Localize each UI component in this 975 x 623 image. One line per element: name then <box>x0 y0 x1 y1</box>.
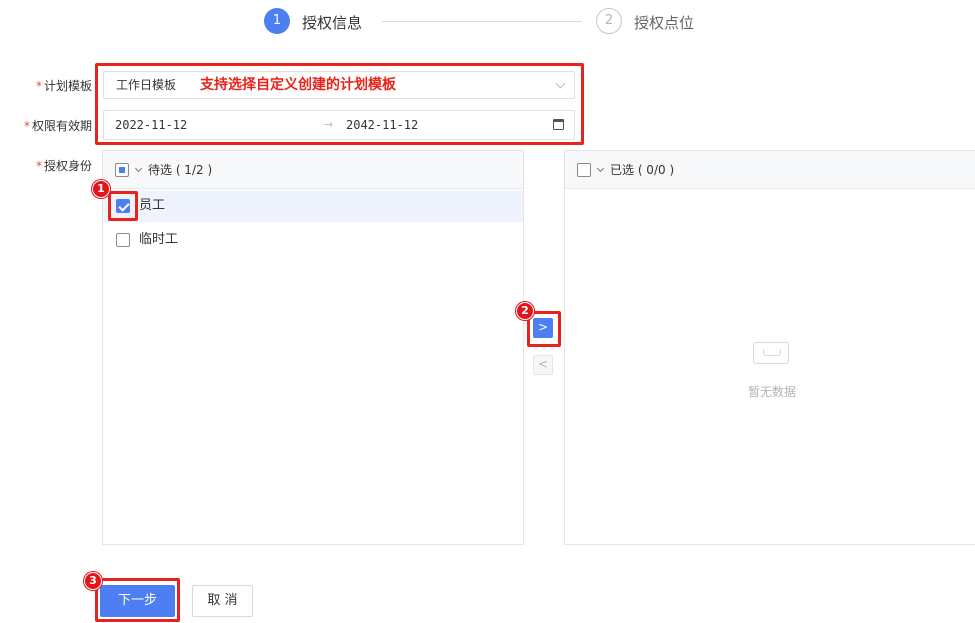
validity-label: * 权限有效期 <box>4 117 92 134</box>
item-checkbox[interactable] <box>116 233 130 247</box>
empty-state-text: 暂无数据 <box>748 385 797 399</box>
transfer-right-panel: 已选 ( 0/0 ) 暂无数据 <box>564 150 975 545</box>
required-mark: * <box>35 159 42 173</box>
chevron-down-icon[interactable] <box>596 164 605 173</box>
cancel-button[interactable]: 取 消 <box>192 585 253 617</box>
transfer-left-header: 待选 ( 1/2 ) <box>103 151 523 189</box>
identity-label: * 授权身份 <box>10 157 92 174</box>
transfer-right-header: 已选 ( 0/0 ) <box>565 151 975 189</box>
annotation-badge-3: 3 <box>84 572 102 590</box>
steps-connector <box>382 21 582 22</box>
required-mark: * <box>23 119 30 133</box>
annotation-box-next <box>95 578 180 622</box>
move-left-button[interactable]: < <box>533 355 553 375</box>
annotation-badge-1: 1 <box>92 180 110 198</box>
identity-label-text: 授权身份 <box>43 159 92 173</box>
annotation-badge-2: 2 <box>516 302 534 320</box>
select-all-right-checkbox[interactable] <box>577 163 591 177</box>
step-1-indicator: 1 <box>264 8 290 34</box>
validity-label-text: 权限有效期 <box>31 119 92 133</box>
list-item[interactable]: 临时工 <box>103 224 523 256</box>
step-2-indicator: 2 <box>596 8 622 34</box>
plan-template-label-text: 计划模板 <box>43 79 92 93</box>
step-2-label: 授权点位 <box>634 14 695 32</box>
chevron-down-icon[interactable] <box>134 164 143 173</box>
annotation-box-template <box>95 63 584 145</box>
transfer-left-title: 待选 ( 1/2 ) <box>148 163 213 177</box>
required-mark: * <box>35 79 42 93</box>
plan-template-label: * 计划模板 <box>10 77 92 94</box>
item-label: 员工 <box>139 198 166 213</box>
item-label: 临时工 <box>139 232 179 247</box>
empty-inbox-icon <box>753 342 789 364</box>
annotation-box-checkbox <box>108 191 138 221</box>
step-1-label: 授权信息 <box>302 14 363 32</box>
transfer-right-title: 已选 ( 0/0 ) <box>610 163 675 177</box>
list-item[interactable]: 员工 <box>103 190 523 222</box>
select-all-left-checkbox[interactable] <box>115 163 129 177</box>
transfer-left-panel: 待选 ( 1/2 ) 员工 临时工 <box>102 150 524 545</box>
